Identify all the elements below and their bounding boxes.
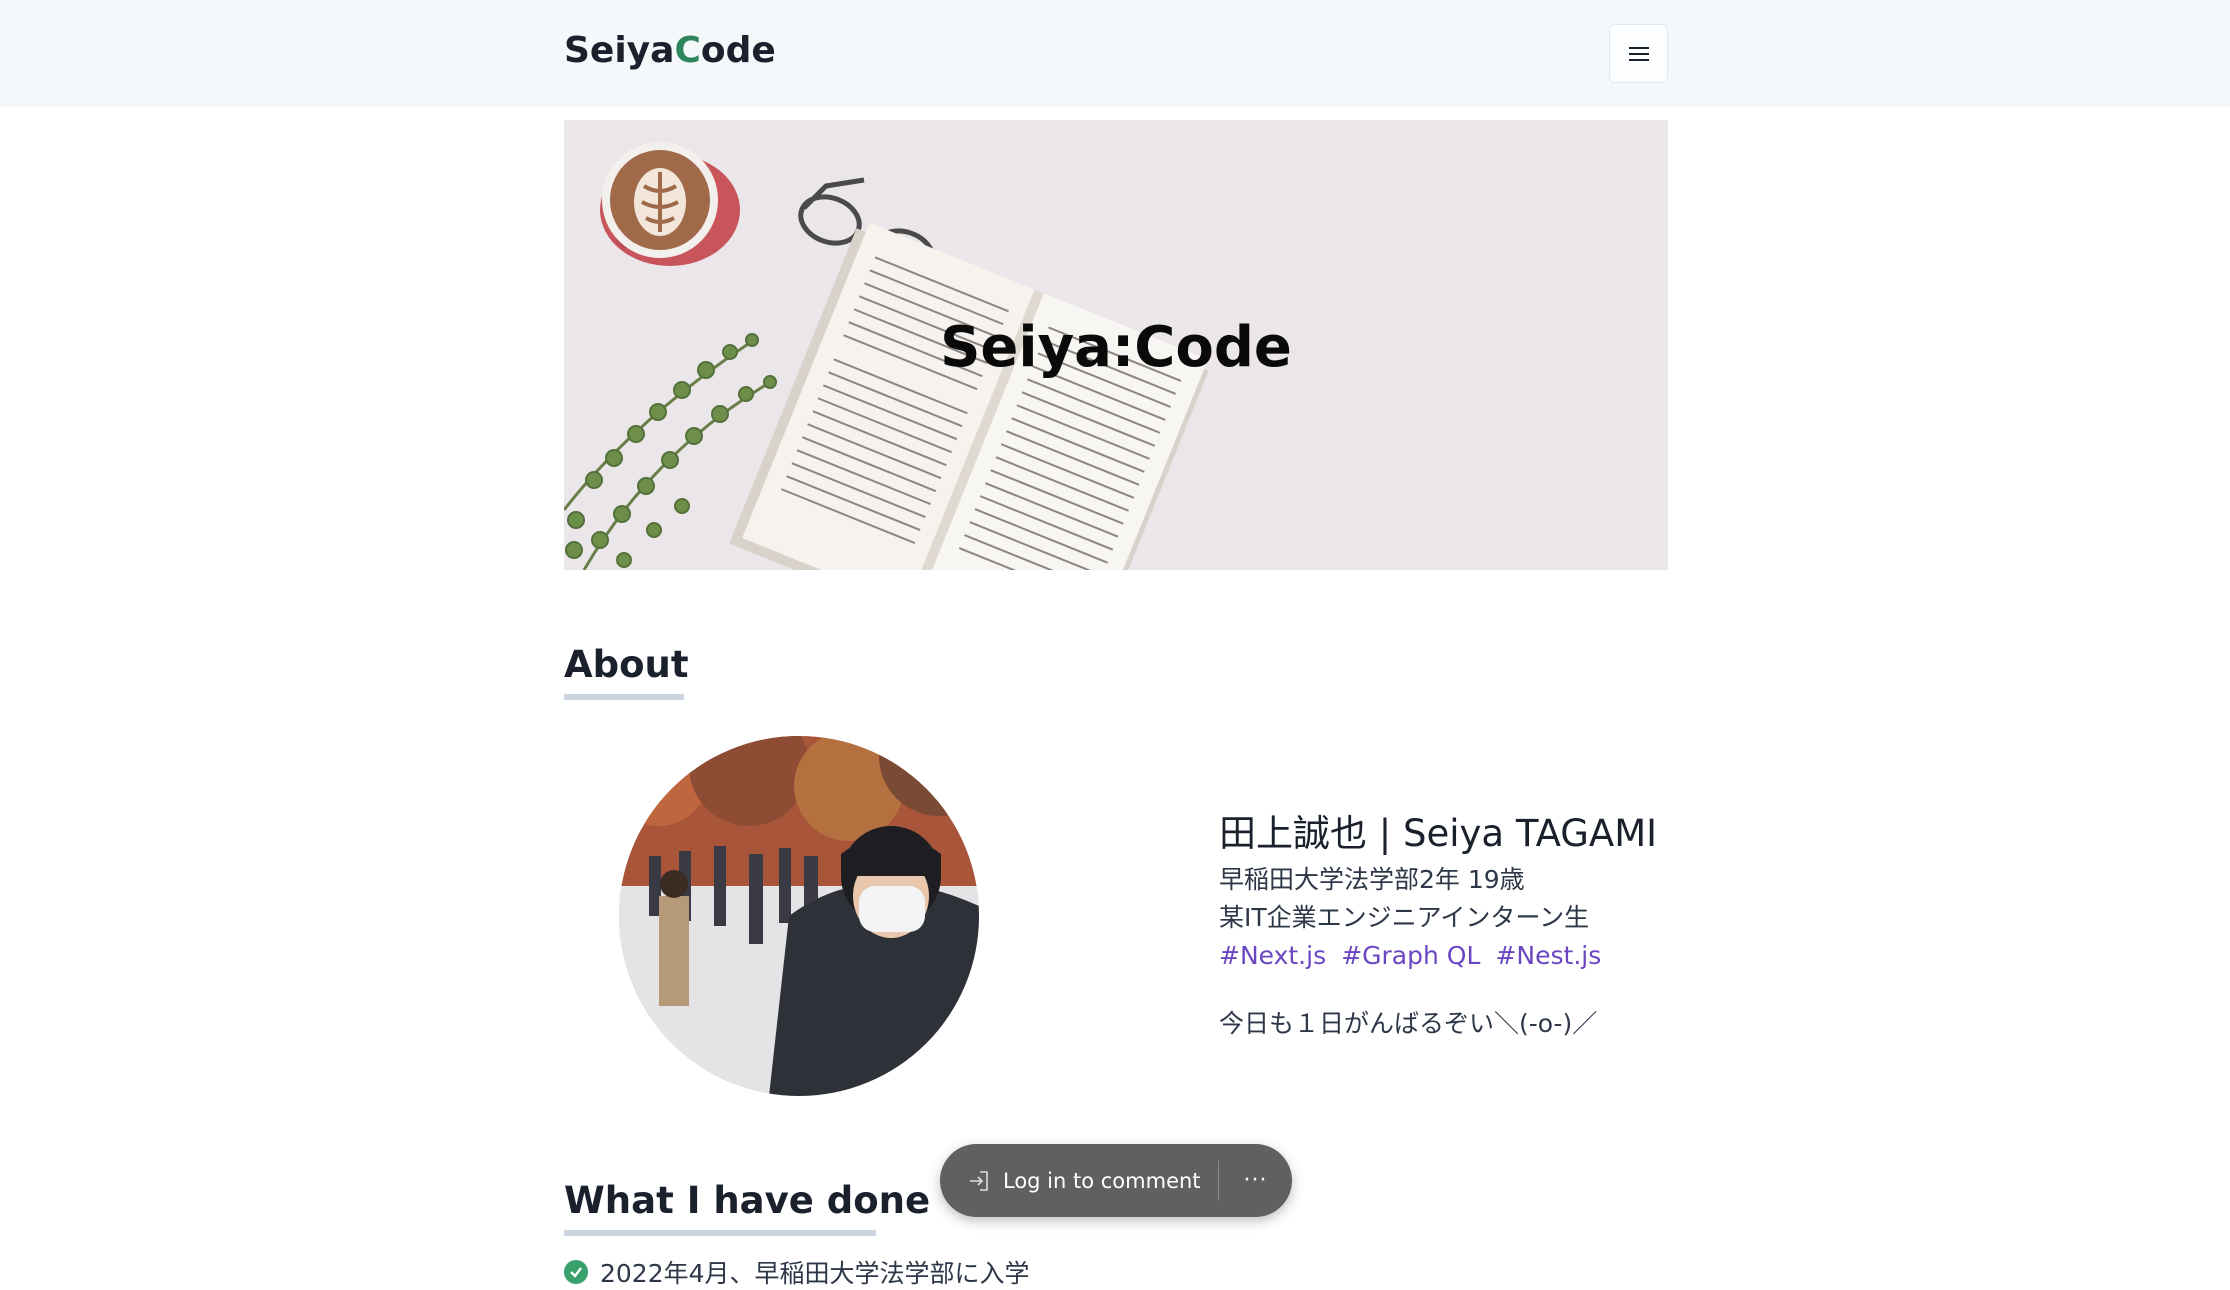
hamburger-icon [1628, 46, 1649, 61]
timeline-item: 2022年4月、早稲田大学法学部に入学 [564, 1254, 1030, 1290]
about-heading-underline [564, 694, 684, 700]
comment-bar: Log in to comment ··· [940, 1144, 1292, 1217]
log-in-to-comment-button[interactable]: Log in to comment [940, 1144, 1218, 1217]
logo-text-accent: C [674, 30, 701, 71]
log-in-to-comment-label: Log in to comment [1003, 1168, 1201, 1193]
tag-list: #Next.js #Graph QL #Nest.js [1219, 941, 1669, 974]
profile-info: 田上誠也 | Seiya TAGAMI 早稲田大学法学部2年 19歳 某IT企業… [1219, 803, 1669, 1040]
avatar-photo [619, 736, 979, 1096]
profile-school: 早稲田大学法学部2年 19歳 [1219, 865, 1525, 894]
profile-job: 某IT企業エンジニアインターン生 [1219, 903, 1590, 932]
profile-motto: 今日も１日がんばるぞい＼(-o-)／ [1219, 1009, 1598, 1038]
about-heading: About [564, 643, 689, 700]
more-options-button[interactable]: ··· [1219, 1144, 1292, 1217]
timeline-item-text: 2022年4月、早稲田大学法学部に入学 [600, 1259, 1030, 1288]
what-i-have-done-heading: What I have done [564, 1179, 931, 1236]
about-heading-text: About [564, 643, 689, 686]
check-circle-icon [564, 1260, 588, 1284]
avatar [619, 736, 979, 1096]
tag-graphql[interactable]: #Graph QL [1341, 941, 1480, 970]
done-heading-text: What I have done [564, 1179, 931, 1222]
more-options-icon: ··· [1243, 1168, 1268, 1193]
profile-name: 田上誠也 | Seiya TAGAMI [1219, 812, 1658, 855]
logo-text-part1: Seiya [564, 30, 675, 71]
hero-banner: Seiya:Code [564, 120, 1668, 570]
done-heading-underline [564, 1230, 876, 1236]
site-header: SeiyaCode [0, 0, 2230, 107]
login-icon [970, 1170, 988, 1191]
tag-nextjs[interactable]: #Next.js [1219, 941, 1326, 970]
site-logo[interactable]: SeiyaCode [564, 30, 776, 71]
menu-button[interactable] [1609, 24, 1668, 83]
logo-text-part2: ode [700, 30, 776, 71]
tag-nestjs[interactable]: #Nest.js [1495, 941, 1601, 970]
hero-title: Seiya:Code [940, 315, 1292, 380]
